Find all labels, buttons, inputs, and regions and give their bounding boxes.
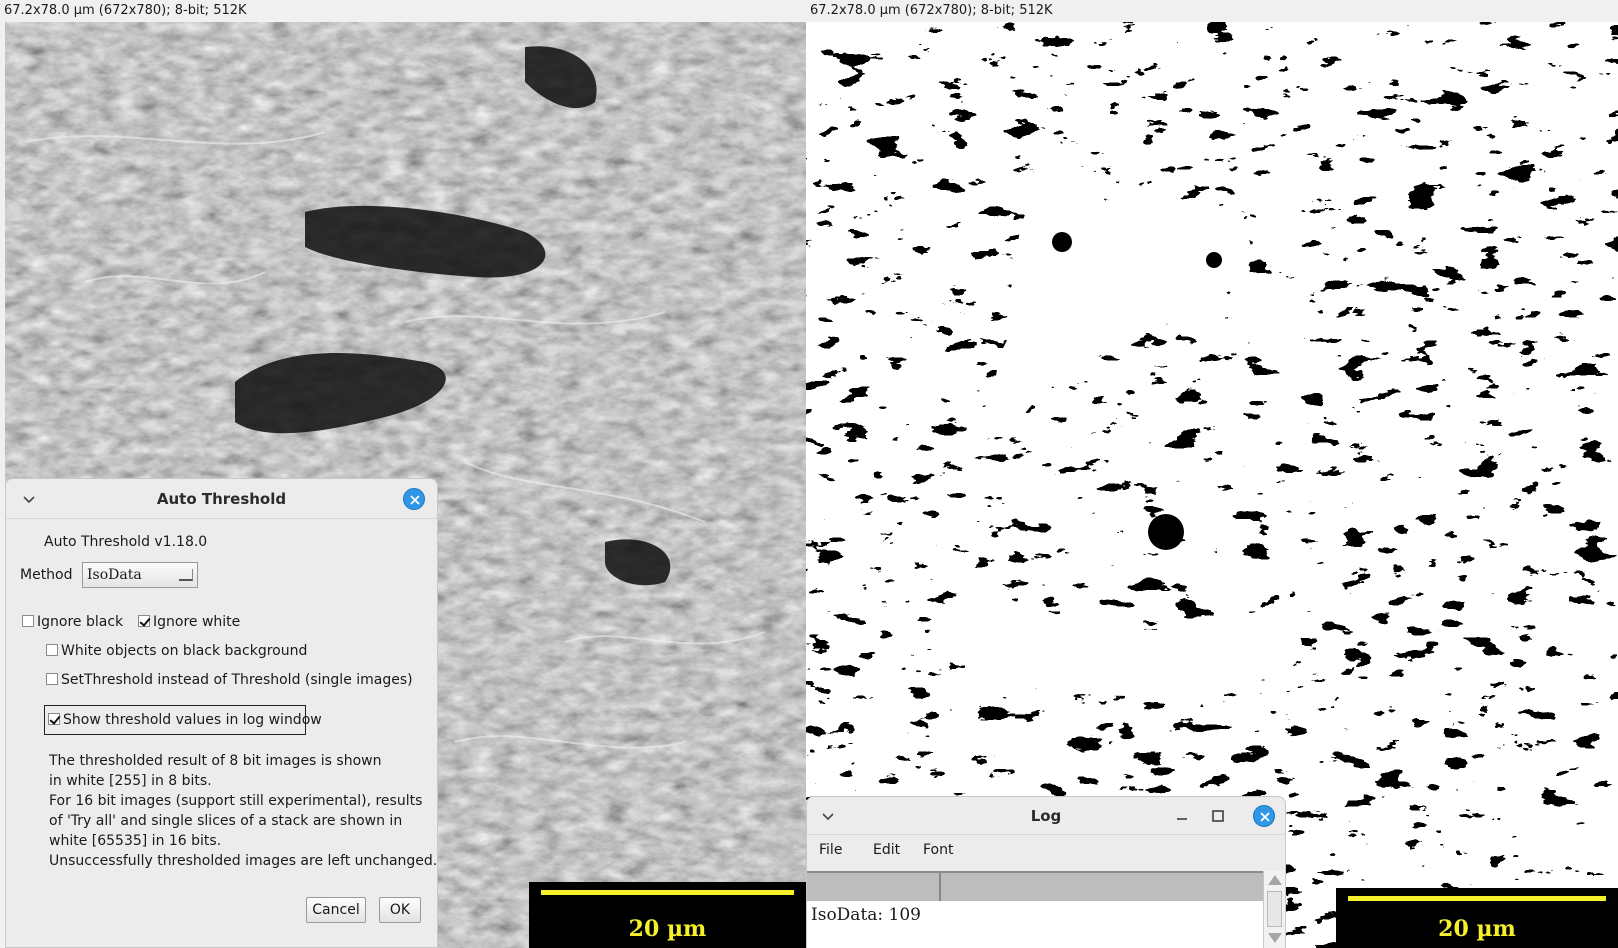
column-separator[interactable] xyxy=(939,873,941,901)
dialog-title: Auto Threshold xyxy=(156,490,287,508)
checkbox-box[interactable] xyxy=(48,712,60,725)
method-select[interactable]: IsoData xyxy=(82,562,198,588)
close-icon xyxy=(410,495,420,505)
scale-bar: 20 µm xyxy=(1336,888,1618,948)
note-line: in white [255] in 8 bits. xyxy=(49,773,212,789)
menu-file[interactable]: File xyxy=(819,835,842,865)
image-info-bar: 67.2x78.0 µm (672x780); 8-bit; 512K xyxy=(4,3,247,18)
note-line: of 'Try all' and single slices of a stac… xyxy=(49,813,403,829)
dialog-titlebar[interactable]: Auto Threshold xyxy=(6,479,437,519)
log-menubar: File Edit Font xyxy=(807,835,1285,865)
checkbox-label: Ignore black xyxy=(37,614,124,630)
version-label: Auto Threshold v1.18.0 xyxy=(44,534,208,550)
scale-bar-line xyxy=(541,890,794,895)
white-objects-checkbox[interactable]: White objects on black background xyxy=(46,641,307,661)
method-label: Method xyxy=(20,567,73,583)
checkbox-label: Ignore white xyxy=(153,614,241,630)
scroll-up-icon[interactable] xyxy=(1268,875,1282,885)
note-line: For 16 bit images (support still experim… xyxy=(49,793,423,809)
note-line: The thresholded result of 8 bit images i… xyxy=(49,753,382,769)
note-line: Unsuccessfully thresholded images are le… xyxy=(49,853,438,869)
checkbox-box[interactable] xyxy=(46,672,58,685)
log-window: Log File Edit Font IsoData: 109 xyxy=(806,796,1286,948)
ok-button[interactable]: OK xyxy=(379,897,421,923)
close-button[interactable] xyxy=(1253,805,1275,827)
log-column-header xyxy=(807,871,1263,901)
ignore-black-checkbox[interactable]: Ignore black xyxy=(22,612,123,632)
checkbox-label: White objects on black background xyxy=(61,643,308,659)
set-threshold-checkbox[interactable]: SetThreshold instead of Threshold (singl… xyxy=(46,670,413,690)
checkbox-label: SetThreshold instead of Threshold (singl… xyxy=(61,672,413,688)
image-info-bar: 67.2x78.0 µm (672x780); 8-bit; 512K xyxy=(810,3,1053,18)
cancel-button[interactable]: Cancel xyxy=(306,897,366,923)
ignore-white-checkbox[interactable]: Ignore white xyxy=(138,612,240,632)
dropdown-arrow-icon xyxy=(179,569,193,581)
scale-bar: 20 µm xyxy=(529,882,806,948)
note-line: white [65535] in 16 bits. xyxy=(49,833,222,849)
method-select-value: IsoData xyxy=(87,567,142,583)
auto-threshold-dialog: Auto Threshold Auto Threshold v1.18.0 Me… xyxy=(5,478,438,948)
close-icon xyxy=(1260,812,1270,822)
menu-edit[interactable]: Edit xyxy=(873,835,900,865)
checkbox-label: Show threshold values in log window xyxy=(63,712,322,728)
scale-bar-line xyxy=(1348,896,1606,901)
scroll-thumb[interactable] xyxy=(1267,891,1282,927)
show-log-checkbox[interactable]: Show threshold values in log window xyxy=(48,710,322,730)
scale-bar-label: 20 µm xyxy=(628,916,707,942)
checkbox-box[interactable] xyxy=(46,643,58,656)
minimize-icon[interactable] xyxy=(1173,807,1191,825)
log-scrollbar[interactable] xyxy=(1263,871,1285,948)
checkbox-box[interactable] xyxy=(138,614,150,627)
scale-bar-label: 20 µm xyxy=(1438,916,1516,942)
log-line: IsoData: 109 xyxy=(811,905,921,925)
log-text-area[interactable]: IsoData: 109 xyxy=(807,901,1263,948)
checkbox-box[interactable] xyxy=(22,614,34,627)
scroll-down-icon[interactable] xyxy=(1268,933,1282,943)
log-titlebar[interactable]: Log xyxy=(807,797,1285,835)
close-button[interactable] xyxy=(403,488,425,510)
maximize-icon[interactable] xyxy=(1209,807,1227,825)
menu-font[interactable]: Font xyxy=(923,835,953,865)
